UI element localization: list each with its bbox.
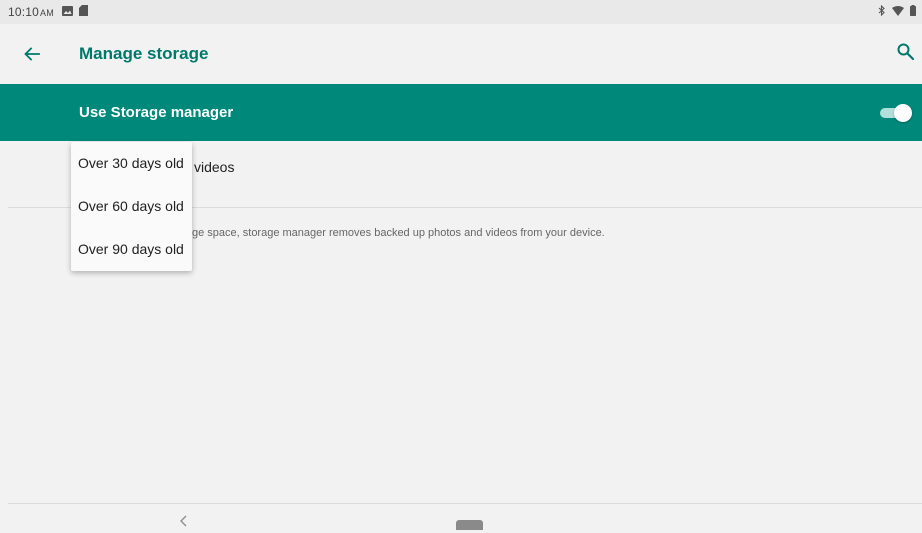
arrow-back-icon xyxy=(24,47,40,61)
nav-back-icon xyxy=(180,515,187,527)
storage-manager-switch-bar[interactable]: Use Storage manager xyxy=(0,84,922,141)
wifi-icon xyxy=(892,5,904,19)
dropdown-option-30-days[interactable]: Over 30 days old xyxy=(71,142,192,185)
navigation-bar xyxy=(0,504,922,530)
page-title: Manage storage xyxy=(79,44,209,63)
nav-back-button[interactable] xyxy=(178,514,190,528)
preference-title: videos xyxy=(194,159,235,175)
days-dropdown-menu: Over 30 days old Over 60 days old Over 9… xyxy=(71,142,192,271)
bluetooth-icon xyxy=(878,4,886,19)
dropdown-option-60-days[interactable]: Over 60 days old xyxy=(71,185,192,228)
dropdown-option-90-days[interactable]: Over 90 days old xyxy=(71,228,192,271)
search-button[interactable] xyxy=(894,40,918,64)
status-bar: 10:10AM xyxy=(0,0,922,24)
storage-manager-toggle[interactable] xyxy=(880,104,912,122)
image-notification-icon xyxy=(61,5,73,19)
battery-icon xyxy=(910,5,916,19)
nav-home-button[interactable] xyxy=(456,520,483,530)
storage-manager-summary: ge space, storage manager removes backed… xyxy=(192,227,605,239)
status-time: 10:10AM xyxy=(8,5,54,19)
app-toolbar: Manage storage xyxy=(0,24,922,84)
toggle-thumb xyxy=(894,104,912,122)
search-icon xyxy=(897,43,915,61)
sd-card-icon xyxy=(78,5,88,19)
storage-manager-label: Use Storage manager xyxy=(79,104,234,121)
back-button[interactable] xyxy=(20,42,44,66)
